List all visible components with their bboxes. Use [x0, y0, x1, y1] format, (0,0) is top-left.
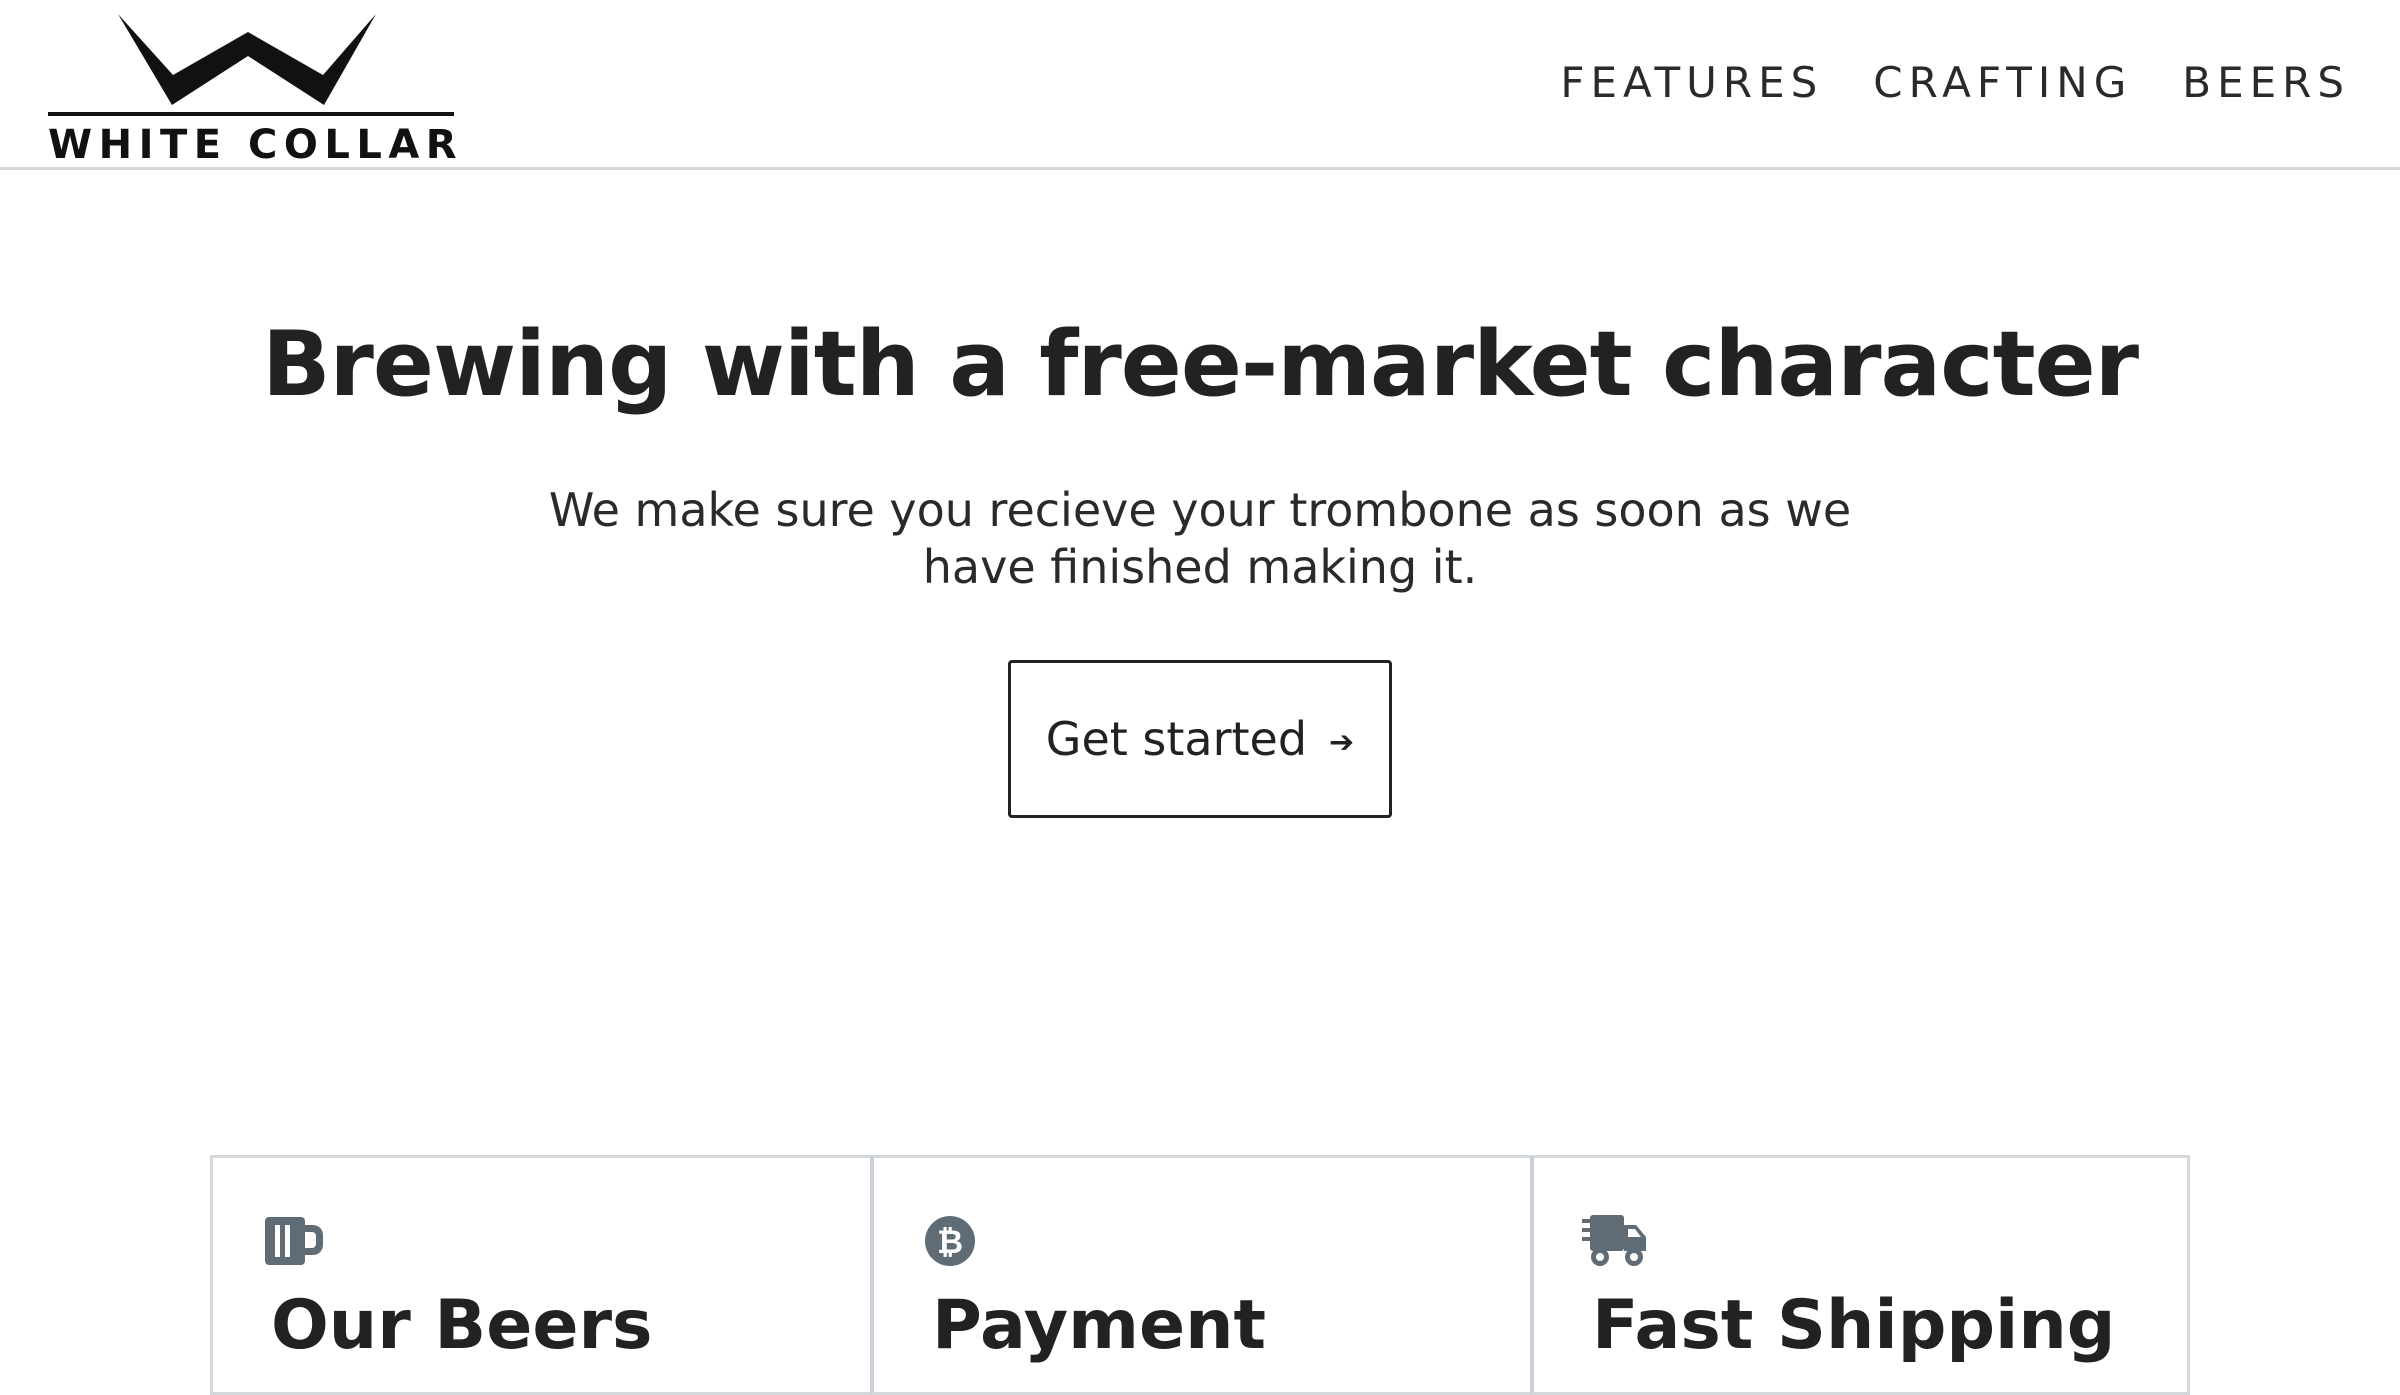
nav-item-crafting[interactable]: CRAFTING — [1873, 58, 2132, 107]
arrow-right-icon: ➔ — [1329, 724, 1355, 760]
shipping-truck-icon — [1582, 1215, 1646, 1266]
w-chevron-logo-icon — [118, 14, 376, 105]
get-started-label: Get started — [1045, 712, 1308, 766]
feature-card-fast-shipping: Fast Shipping — [1530, 1155, 2190, 1395]
brand-name: WHITE COLLAR — [48, 122, 464, 168]
features-section: Our Beers ₿ Payment Fast Shipping — [210, 1155, 2190, 1395]
beer-mug-icon — [265, 1217, 323, 1265]
bitcoin-icon: ₿ — [925, 1216, 975, 1266]
nav-item-features[interactable]: FEATURES — [1560, 58, 1823, 107]
feature-card-payment: ₿ Payment — [870, 1155, 1530, 1395]
nav-item-beers[interactable]: BEERS — [2182, 58, 2350, 107]
site-header: WHITE COLLAR FEATURES CRAFTING BEERS — [0, 0, 2400, 170]
feature-title: Fast Shipping — [1592, 1286, 2116, 1365]
svg-text:₿: ₿ — [937, 1223, 963, 1261]
feature-title: Our Beers — [271, 1286, 653, 1365]
get-started-button[interactable]: Get started ➔ — [1008, 660, 1392, 818]
logo-rule — [48, 112, 454, 116]
brand-logo[interactable]: WHITE COLLAR — [48, 12, 458, 168]
hero-title: Brewing with a free-market character — [261, 312, 2139, 417]
main-nav: FEATURES CRAFTING BEERS — [1560, 58, 2350, 107]
hero-subtitle: We make sure you recieve your trombone a… — [548, 483, 1852, 594]
feature-title: Payment — [932, 1286, 1267, 1365]
feature-card-our-beers: Our Beers — [210, 1155, 870, 1395]
